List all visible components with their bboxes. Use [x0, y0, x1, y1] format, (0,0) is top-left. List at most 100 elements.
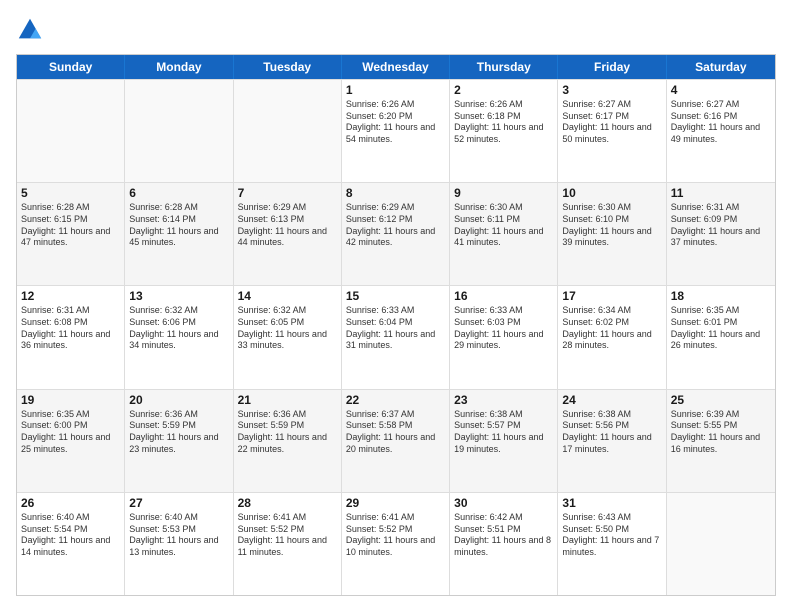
day-info: Sunrise: 6:35 AM Sunset: 6:00 PM Dayligh…: [21, 409, 120, 456]
day-number: 30: [454, 496, 553, 510]
calendar-header: SundayMondayTuesdayWednesdayThursdayFrid…: [17, 55, 775, 79]
calendar-cell: 4 Sunrise: 6:27 AM Sunset: 6:16 PM Daylig…: [667, 80, 775, 182]
calendar-cell: 27 Sunrise: 6:40 AM Sunset: 5:53 PM Dayli…: [125, 493, 233, 595]
calendar-cell: 19 Sunrise: 6:35 AM Sunset: 6:00 PM Dayli…: [17, 390, 125, 492]
cal-header-day: Saturday: [667, 55, 775, 79]
calendar-cell: [125, 80, 233, 182]
calendar-cell: 21 Sunrise: 6:36 AM Sunset: 5:59 PM Dayli…: [234, 390, 342, 492]
calendar-cell: 23 Sunrise: 6:38 AM Sunset: 5:57 PM Dayli…: [450, 390, 558, 492]
day-number: 28: [238, 496, 337, 510]
calendar-row: 26 Sunrise: 6:40 AM Sunset: 5:54 PM Dayli…: [17, 492, 775, 595]
day-number: 16: [454, 289, 553, 303]
calendar-cell: 29 Sunrise: 6:41 AM Sunset: 5:52 PM Dayli…: [342, 493, 450, 595]
day-number: 19: [21, 393, 120, 407]
day-info: Sunrise: 6:40 AM Sunset: 5:53 PM Dayligh…: [129, 512, 228, 559]
day-number: 22: [346, 393, 445, 407]
day-number: 18: [671, 289, 771, 303]
day-info: Sunrise: 6:34 AM Sunset: 6:02 PM Dayligh…: [562, 305, 661, 352]
day-number: 9: [454, 186, 553, 200]
calendar-cell: [234, 80, 342, 182]
cal-header-day: Friday: [558, 55, 666, 79]
day-info: Sunrise: 6:36 AM Sunset: 5:59 PM Dayligh…: [238, 409, 337, 456]
day-info: Sunrise: 6:43 AM Sunset: 5:50 PM Dayligh…: [562, 512, 661, 559]
day-number: 3: [562, 83, 661, 97]
calendar-cell: 26 Sunrise: 6:40 AM Sunset: 5:54 PM Dayli…: [17, 493, 125, 595]
calendar-cell: 31 Sunrise: 6:43 AM Sunset: 5:50 PM Dayli…: [558, 493, 666, 595]
cal-header-day: Wednesday: [342, 55, 450, 79]
day-info: Sunrise: 6:37 AM Sunset: 5:58 PM Dayligh…: [346, 409, 445, 456]
calendar-row: 1Sunrise: 6:26 AM Sunset: 6:20 PM Daylig…: [17, 79, 775, 182]
day-info: Sunrise: 6:28 AM Sunset: 6:15 PM Dayligh…: [21, 202, 120, 249]
calendar-row: 12 Sunrise: 6:31 AM Sunset: 6:08 PM Dayli…: [17, 285, 775, 388]
day-number: 5: [21, 186, 120, 200]
day-info: Sunrise: 6:28 AM Sunset: 6:14 PM Dayligh…: [129, 202, 228, 249]
day-number: 25: [671, 393, 771, 407]
day-info: Sunrise: 6:29 AM Sunset: 6:13 PM Dayligh…: [238, 202, 337, 249]
day-number: 12: [21, 289, 120, 303]
day-info: Sunrise: 6:31 AM Sunset: 6:09 PM Dayligh…: [671, 202, 771, 249]
calendar-cell: 2Sunrise: 6:26 AM Sunset: 6:18 PM Daylig…: [450, 80, 558, 182]
logo: [16, 16, 48, 44]
calendar-cell: 10 Sunrise: 6:30 AM Sunset: 6:10 PM Dayli…: [558, 183, 666, 285]
calendar-cell: 24 Sunrise: 6:38 AM Sunset: 5:56 PM Dayli…: [558, 390, 666, 492]
day-info: Sunrise: 6:30 AM Sunset: 6:10 PM Dayligh…: [562, 202, 661, 249]
day-number: 6: [129, 186, 228, 200]
day-info: Sunrise: 6:38 AM Sunset: 5:56 PM Dayligh…: [562, 409, 661, 456]
day-number: 4: [671, 83, 771, 97]
page: SundayMondayTuesdayWednesdayThursdayFrid…: [0, 0, 792, 612]
calendar-cell: 14Sunrise: 6:32 AM Sunset: 6:05 PM Dayli…: [234, 286, 342, 388]
calendar-cell: 22 Sunrise: 6:37 AM Sunset: 5:58 PM Dayli…: [342, 390, 450, 492]
calendar-cell: 7 Sunrise: 6:29 AM Sunset: 6:13 PM Daylig…: [234, 183, 342, 285]
day-info: Sunrise: 6:32 AM Sunset: 6:05 PM Dayligh…: [238, 305, 337, 352]
calendar-cell: 18Sunrise: 6:35 AM Sunset: 6:01 PM Dayli…: [667, 286, 775, 388]
calendar-cell: [17, 80, 125, 182]
day-info: Sunrise: 6:27 AM Sunset: 6:16 PM Dayligh…: [671, 99, 771, 146]
calendar-cell: 28 Sunrise: 6:41 AM Sunset: 5:52 PM Dayli…: [234, 493, 342, 595]
day-info: Sunrise: 6:40 AM Sunset: 5:54 PM Dayligh…: [21, 512, 120, 559]
calendar-cell: 17 Sunrise: 6:34 AM Sunset: 6:02 PM Dayli…: [558, 286, 666, 388]
cal-header-day: Tuesday: [234, 55, 342, 79]
day-info: Sunrise: 6:38 AM Sunset: 5:57 PM Dayligh…: [454, 409, 553, 456]
calendar-row: 5 Sunrise: 6:28 AM Sunset: 6:15 PM Daylig…: [17, 182, 775, 285]
day-number: 20: [129, 393, 228, 407]
calendar-body: 1Sunrise: 6:26 AM Sunset: 6:20 PM Daylig…: [17, 79, 775, 595]
header: [16, 16, 776, 44]
day-info: Sunrise: 6:41 AM Sunset: 5:52 PM Dayligh…: [238, 512, 337, 559]
day-number: 13: [129, 289, 228, 303]
day-number: 7: [238, 186, 337, 200]
day-info: Sunrise: 6:29 AM Sunset: 6:12 PM Dayligh…: [346, 202, 445, 249]
day-number: 24: [562, 393, 661, 407]
day-number: 10: [562, 186, 661, 200]
logo-icon: [16, 16, 44, 44]
day-number: 26: [21, 496, 120, 510]
calendar-cell: 15Sunrise: 6:33 AM Sunset: 6:04 PM Dayli…: [342, 286, 450, 388]
calendar-cell: 12 Sunrise: 6:31 AM Sunset: 6:08 PM Dayli…: [17, 286, 125, 388]
calendar-cell: [667, 493, 775, 595]
day-number: 23: [454, 393, 553, 407]
cal-header-day: Sunday: [17, 55, 125, 79]
day-number: 1: [346, 83, 445, 97]
calendar-cell: 3 Sunrise: 6:27 AM Sunset: 6:17 PM Daylig…: [558, 80, 666, 182]
calendar-cell: 20 Sunrise: 6:36 AM Sunset: 5:59 PM Dayli…: [125, 390, 233, 492]
day-number: 31: [562, 496, 661, 510]
day-number: 29: [346, 496, 445, 510]
day-info: Sunrise: 6:36 AM Sunset: 5:59 PM Dayligh…: [129, 409, 228, 456]
calendar-row: 19 Sunrise: 6:35 AM Sunset: 6:00 PM Dayli…: [17, 389, 775, 492]
calendar-cell: 25Sunrise: 6:39 AM Sunset: 5:55 PM Dayli…: [667, 390, 775, 492]
day-number: 11: [671, 186, 771, 200]
calendar-cell: 8 Sunrise: 6:29 AM Sunset: 6:12 PM Daylig…: [342, 183, 450, 285]
calendar-cell: 5 Sunrise: 6:28 AM Sunset: 6:15 PM Daylig…: [17, 183, 125, 285]
day-info: Sunrise: 6:31 AM Sunset: 6:08 PM Dayligh…: [21, 305, 120, 352]
day-number: 17: [562, 289, 661, 303]
day-info: Sunrise: 6:42 AM Sunset: 5:51 PM Dayligh…: [454, 512, 553, 559]
day-info: Sunrise: 6:41 AM Sunset: 5:52 PM Dayligh…: [346, 512, 445, 559]
calendar-cell: 6 Sunrise: 6:28 AM Sunset: 6:14 PM Daylig…: [125, 183, 233, 285]
calendar-cell: 11 Sunrise: 6:31 AM Sunset: 6:09 PM Dayli…: [667, 183, 775, 285]
day-number: 8: [346, 186, 445, 200]
day-number: 27: [129, 496, 228, 510]
day-info: Sunrise: 6:30 AM Sunset: 6:11 PM Dayligh…: [454, 202, 553, 249]
calendar: SundayMondayTuesdayWednesdayThursdayFrid…: [16, 54, 776, 596]
day-number: 21: [238, 393, 337, 407]
day-info: Sunrise: 6:33 AM Sunset: 6:04 PM Dayligh…: [346, 305, 445, 352]
day-info: Sunrise: 6:27 AM Sunset: 6:17 PM Dayligh…: [562, 99, 661, 146]
